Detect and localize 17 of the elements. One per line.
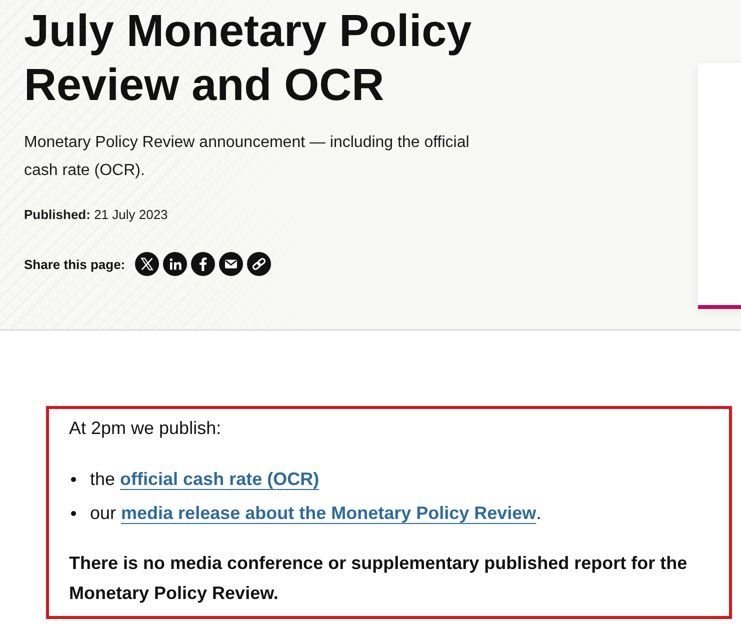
list-item-text: the official cash rate (OCR) xyxy=(90,468,320,491)
chain-link-icon[interactable] xyxy=(247,252,272,276)
text-link[interactable]: official cash rate (OCR) xyxy=(120,469,320,489)
published-date: Published: 21 July 2023 xyxy=(24,206,168,224)
list-item-text: our media release about the Monetary Policy Review. xyxy=(90,502,542,525)
text-link[interactable]: media release about the Monetary Policy Review xyxy=(121,503,536,523)
page-title: July Monetary Policy Review and OCR xyxy=(24,4,473,112)
x-letter-icon[interactable] xyxy=(135,252,160,276)
in-letters-icon[interactable] xyxy=(163,252,188,276)
share-label: Share this page: xyxy=(24,256,126,272)
bullet-icon xyxy=(71,510,76,516)
intro-text: At 2pm we publish: xyxy=(69,417,222,440)
envelope-icon[interactable] xyxy=(219,252,244,276)
bullet-icon xyxy=(71,476,76,482)
page-summary: Monetary Policy Review announcement — including the official cash rate (OCR). xyxy=(24,133,470,181)
f-letter-icon[interactable] xyxy=(191,252,216,276)
note-text: There is no media conference or supplementary published report for the Monetary Policy Review. xyxy=(69,552,688,605)
